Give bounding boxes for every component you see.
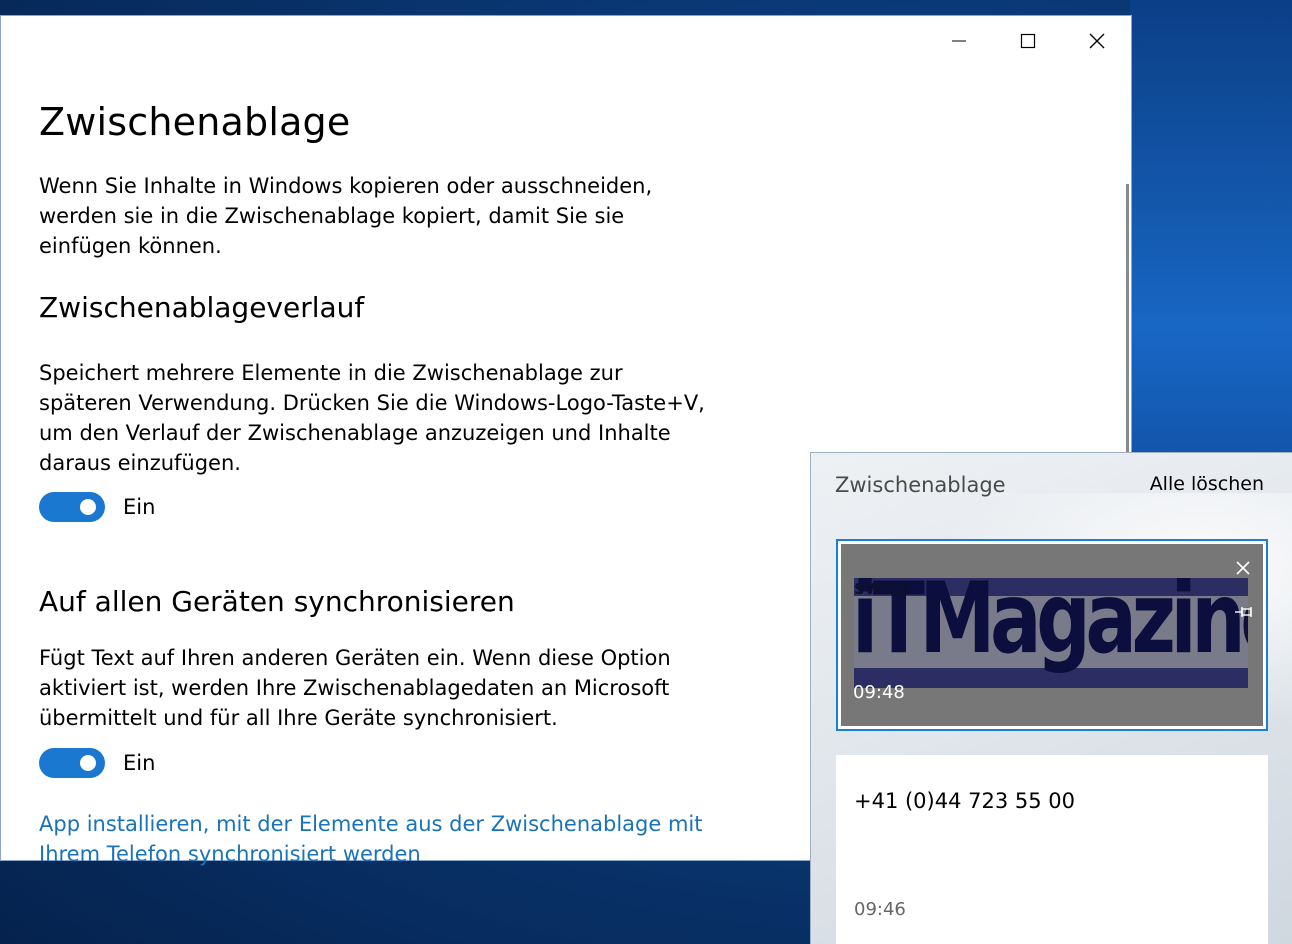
scrollbar[interactable] <box>1126 184 1129 454</box>
history-section-title: Zwischenablageverlauf <box>39 291 365 324</box>
logo-small-text: SWISS <box>854 580 911 598</box>
toggle-knob <box>80 499 96 515</box>
sync-toggle-label: Ein <box>123 751 156 775</box>
maximize-icon <box>1020 33 1035 49</box>
sync-section-title: Auf allen Geräten synchronisieren <box>39 585 515 618</box>
clipboard-history-panel: Zwischenablage Alle löschen iTMagazine S… <box>810 452 1292 944</box>
page-title: Zwischenablage <box>39 100 351 144</box>
clipboard-image-preview: iTMagazine SWISS 09:48 <box>841 544 1263 726</box>
maximize-button[interactable] <box>993 16 1062 66</box>
window-controls <box>924 16 1131 66</box>
clipboard-item-text[interactable]: +41 (0)44 723 55 00 09:46 <box>836 755 1268 944</box>
pin-icon[interactable] <box>1233 604 1255 620</box>
sync-description: Fügt Text auf Ihren anderen Geräten ein.… <box>39 646 671 730</box>
history-description: Speichert mehrere Elemente in die Zwisch… <box>39 361 705 475</box>
close-icon <box>1089 33 1104 49</box>
sync-toggle-row: Ein <box>39 748 155 778</box>
toggle-knob <box>80 755 96 771</box>
itmagazine-logo: iTMagazine SWISS <box>854 578 1248 688</box>
close-button[interactable] <box>1062 16 1131 66</box>
history-toggle[interactable] <box>39 492 105 522</box>
sync-toggle[interactable] <box>39 748 105 778</box>
clipboard-panel-title: Zwischenablage <box>835 473 1006 497</box>
logo-main-text: iTMagazine <box>854 578 1248 676</box>
clear-all-button[interactable]: Alle löschen <box>1150 473 1264 495</box>
clipboard-item-image[interactable]: iTMagazine SWISS 09:48 <box>836 539 1268 731</box>
clipboard-item-time: 09:48 <box>853 682 905 703</box>
minimize-button[interactable] <box>924 16 993 66</box>
minimize-icon <box>951 40 966 42</box>
clipboard-item-time: 09:46 <box>854 899 906 920</box>
history-toggle-label: Ein <box>123 495 156 519</box>
clipboard-item-content: +41 (0)44 723 55 00 <box>854 789 1076 813</box>
close-icon[interactable] <box>1233 558 1253 578</box>
history-toggle-row: Ein <box>39 492 155 522</box>
page-intro: Wenn Sie Inhalte in Windows kopieren ode… <box>39 174 653 258</box>
install-app-link[interactable]: App installieren, mit der Elemente aus d… <box>39 809 719 869</box>
